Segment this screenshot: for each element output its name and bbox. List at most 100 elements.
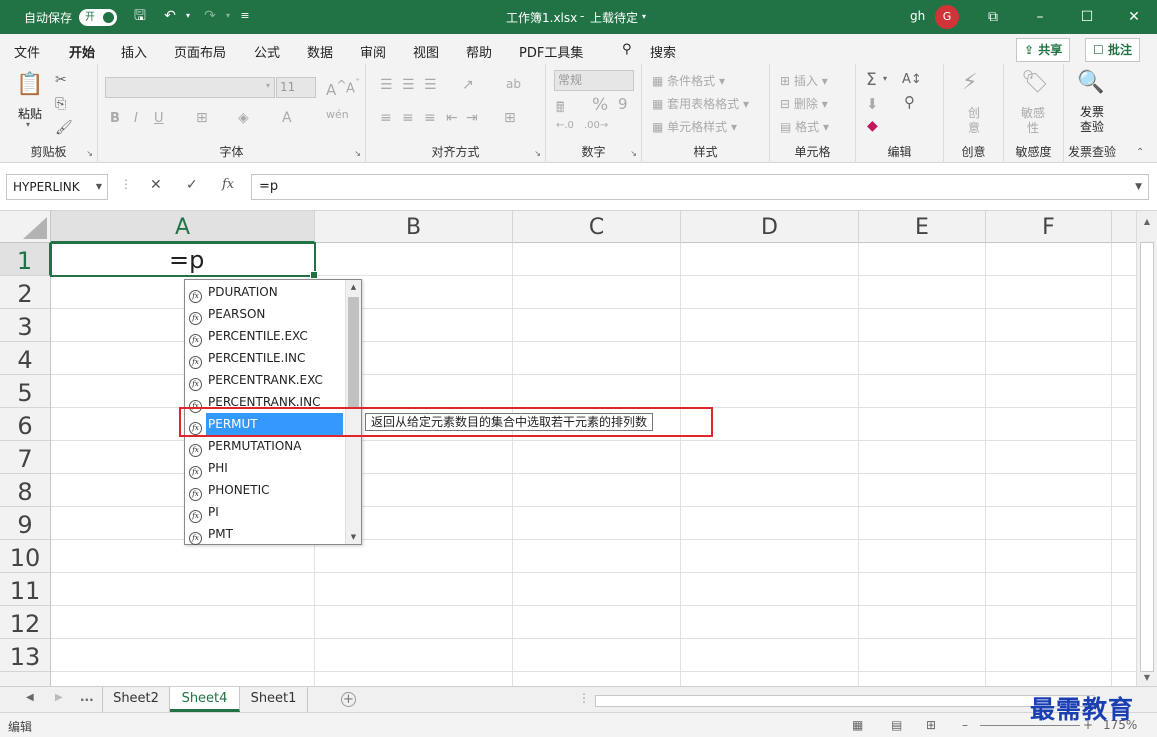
orientation-icon[interactable]: ↗ — [462, 77, 474, 93]
decrease-font-icon[interactable]: Aˇ — [346, 77, 360, 96]
align-right-icon[interactable]: ≡ — [424, 110, 436, 126]
autocomplete-item[interactable]: fx PHI — [189, 457, 345, 479]
user-name[interactable]: gh — [910, 9, 925, 23]
conditional-formatting-button[interactable]: ▦ 条件格式 ▾ — [652, 72, 725, 89]
tab-view[interactable]: 视图 — [413, 42, 439, 61]
upload-status[interactable]: 上载待定 — [590, 9, 638, 26]
clear-icon[interactable]: ◆ — [867, 118, 878, 134]
wrap-text-icon[interactable]: ab — [506, 77, 521, 91]
invoice-check-button[interactable]: 发票查验 — [1078, 105, 1106, 135]
autocomplete-item[interactable]: fx PERCENTILE.EXC — [189, 325, 345, 347]
tab-insert[interactable]: 插入 — [121, 42, 147, 61]
autosum-dropdown-icon[interactable]: ▾ — [883, 74, 887, 83]
clipboard-launcher-icon[interactable]: ↘ — [86, 149, 93, 158]
page-layout-view-icon[interactable]: ▤ — [891, 718, 902, 732]
insert-function-icon[interactable]: fx — [222, 177, 234, 192]
ribbon-display-icon[interactable]: ⧉ — [970, 0, 1016, 34]
increase-indent-icon[interactable]: ⇥ — [466, 110, 478, 126]
row-header-7[interactable]: 7 — [0, 441, 51, 474]
share-button[interactable]: ⇪ 共享 — [1016, 38, 1071, 62]
sheet-tab-sheet1[interactable]: Sheet1 — [240, 687, 308, 712]
alignment-launcher-icon[interactable]: ↘ — [534, 149, 541, 158]
worksheet-grid[interactable]: A B C D E F 1 2 3 4 5 6 7 8 9 10 11 12 1… — [0, 211, 1136, 686]
creativity-button[interactable]: 创意 — [968, 106, 982, 136]
row-header-1[interactable]: 1 — [0, 243, 51, 276]
font-color-icon[interactable]: A — [282, 110, 292, 126]
undo-dropdown-icon[interactable]: ▾ — [178, 6, 198, 26]
copy-icon[interactable]: ⎘ — [55, 96, 66, 112]
row-header-14[interactable] — [0, 672, 51, 686]
tab-home[interactable]: 开始 — [66, 42, 98, 68]
redo-icon[interactable]: ↷ — [200, 6, 220, 26]
format-as-table-button[interactable]: ▦ 套用表格格式 ▾ — [652, 95, 749, 112]
search-icon[interactable]: ⚲ — [622, 42, 632, 57]
sensitivity-button[interactable]: 敏感性 — [1020, 106, 1046, 136]
format-painter-icon[interactable]: 🖌 — [55, 120, 73, 136]
row-header-2[interactable]: 2 — [0, 276, 51, 309]
close-icon[interactable]: ✕ — [1111, 0, 1157, 34]
undo-icon[interactable]: ↶ — [160, 6, 180, 26]
paste-dropdown-icon[interactable]: ▾ — [26, 120, 30, 129]
sensitivity-icon[interactable]: 🏷 — [1021, 70, 1049, 95]
column-header-b[interactable]: B — [315, 211, 513, 243]
tab-file[interactable]: 文件 — [14, 42, 40, 61]
font-name-dropdown-icon[interactable]: ▾ — [266, 81, 270, 90]
column-header-f[interactable]: F — [986, 211, 1112, 243]
column-header-c[interactable]: C — [513, 211, 681, 243]
row-header-6[interactable]: 6 — [0, 408, 51, 441]
column-header-partial[interactable] — [1112, 211, 1136, 243]
number-format-select[interactable]: 常规 — [554, 70, 634, 91]
align-middle-icon[interactable]: ☰ — [402, 77, 415, 93]
active-cell-a1[interactable]: =p — [50, 242, 318, 279]
autocomplete-item[interactable]: fx PEARSON — [189, 303, 345, 325]
align-top-icon[interactable]: ☰ — [380, 77, 393, 93]
invoice-check-icon[interactable]: 🔍 — [1077, 70, 1104, 95]
tab-pdf-tools[interactable]: PDF工具集 — [519, 42, 583, 61]
row-header-4[interactable]: 4 — [0, 342, 51, 375]
font-launcher-icon[interactable]: ↘ — [354, 149, 361, 158]
scroll-up-icon[interactable]: ▲ — [346, 283, 361, 291]
name-box[interactable]: HYPERLINK ▼ — [6, 174, 108, 200]
autosave-toggle[interactable]: 开 — [79, 9, 117, 26]
tab-data[interactable]: 数据 — [307, 42, 333, 61]
tab-formulas[interactable]: 公式 — [254, 42, 280, 61]
search-box[interactable]: 搜索 — [650, 42, 676, 61]
autocomplete-item[interactable]: fx PERMUTATIONA — [189, 435, 345, 457]
maximize-icon[interactable]: ☐ — [1064, 0, 1110, 34]
page-break-view-icon[interactable]: ⊞ — [926, 718, 936, 732]
phonetic-guide-icon[interactable]: wén — [326, 108, 349, 121]
merge-center-icon[interactable]: ⊞ — [504, 110, 516, 126]
percent-icon[interactable]: % — [592, 95, 608, 115]
row-header-5[interactable]: 5 — [0, 375, 51, 408]
sheet-tab-sheet4[interactable]: Sheet4 — [170, 687, 240, 712]
scroll-down-icon[interactable]: ▼ — [1137, 673, 1157, 682]
italic-icon[interactable]: I — [134, 111, 138, 126]
customize-toolbar-icon[interactable]: ≡ — [235, 6, 255, 26]
add-sheet-icon[interactable]: + — [341, 692, 356, 707]
decrease-decimal-icon[interactable]: .00→ — [584, 120, 608, 131]
format-cells-button[interactable]: ▤ 格式 ▾ — [780, 118, 829, 135]
row-header-12[interactable]: 12 — [0, 606, 51, 639]
font-name-select[interactable] — [105, 77, 275, 98]
title-dropdown-icon[interactable]: ▾ — [642, 12, 646, 21]
prev-sheet-icon[interactable]: ◀ — [26, 692, 34, 703]
autocomplete-item[interactable]: fx PERCENTRANK.EXC — [189, 369, 345, 391]
vertical-scrollbar[interactable]: ▲ ▼ — [1136, 211, 1157, 686]
minimize-icon[interactable]: – — [1017, 0, 1063, 34]
formula-input[interactable]: =p ▼ — [251, 174, 1149, 200]
autocomplete-scroll-thumb[interactable] — [348, 297, 359, 407]
fill-icon[interactable]: ⬇ — [866, 95, 879, 113]
paste-icon[interactable]: 📋 — [16, 72, 43, 97]
normal-view-icon[interactable]: ▦ — [852, 718, 863, 732]
name-box-dropdown-icon[interactable]: ▼ — [96, 175, 102, 199]
row-header-11[interactable]: 11 — [0, 573, 51, 606]
column-header-e[interactable]: E — [859, 211, 986, 243]
row-header-10[interactable]: 10 — [0, 540, 51, 573]
cell-styles-button[interactable]: ▦ 单元格样式 ▾ — [652, 118, 737, 135]
horizontal-scrollbar[interactable] — [595, 695, 1095, 707]
tab-review[interactable]: 审阅 — [360, 42, 386, 61]
more-sheets-button[interactable]: ... — [80, 690, 94, 704]
increase-decimal-icon[interactable]: ←.0 — [556, 120, 574, 131]
row-header-3[interactable]: 3 — [0, 309, 51, 342]
comma-style-icon[interactable]: 9 — [618, 95, 628, 113]
